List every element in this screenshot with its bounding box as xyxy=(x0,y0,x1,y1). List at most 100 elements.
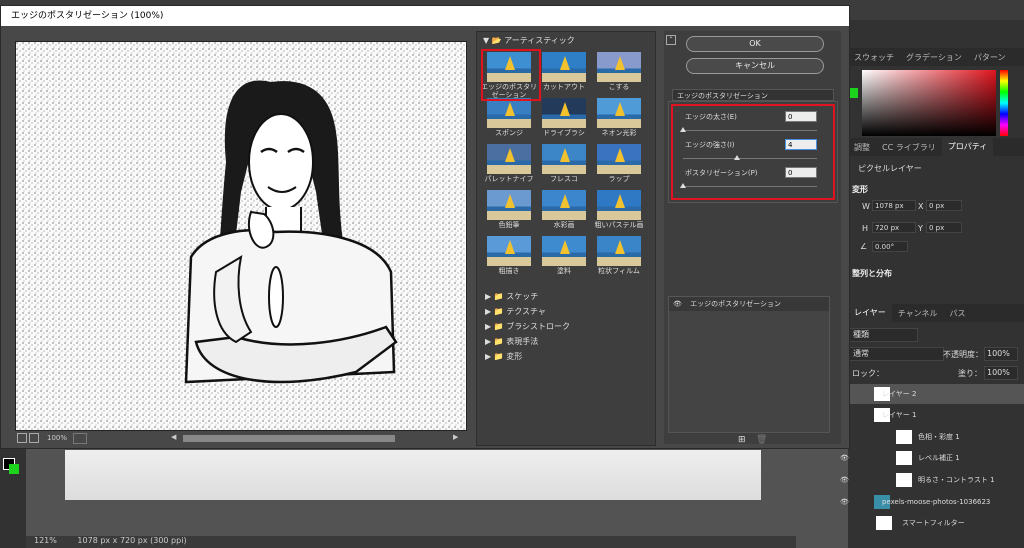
layer-row[interactable]: 👁 pexels-moose-photos-1036623 xyxy=(840,492,1024,512)
filter-thumbnail[interactable] xyxy=(542,190,586,220)
right-panel: スウォッチ グラデーション パターン 調整 CC ライブラリ プロパティ ピクセ… xyxy=(840,20,1024,548)
opacity-label: 不透明度： xyxy=(943,350,983,359)
layer-row[interactable]: 👁 レベル補正 1 xyxy=(840,448,1024,468)
background-color-icon[interactable] xyxy=(9,464,19,474)
edge-thickness-input[interactable]: 0 xyxy=(785,111,817,122)
ok-button[interactable]: OK xyxy=(686,36,824,52)
filter-thumbnail[interactable] xyxy=(542,98,586,128)
sailboat-graphic xyxy=(505,194,515,208)
sailboat-graphic xyxy=(505,102,515,116)
filter-thumbnail[interactable] xyxy=(542,144,586,174)
sailboat-graphic xyxy=(615,56,625,70)
tab-paths[interactable]: パス xyxy=(944,308,972,319)
category-distort[interactable]: ▶ 📁 変形 xyxy=(485,351,522,362)
height-field[interactable]: 720 px xyxy=(872,222,916,233)
posterized-portrait-sketch xyxy=(16,42,466,430)
filter-thumbnail-label: ラップ xyxy=(608,175,630,183)
delete-effect-layer-icon[interactable]: 🗑 xyxy=(756,435,767,445)
sailboat-graphic xyxy=(615,148,625,162)
zoom-in-button[interactable] xyxy=(29,433,39,443)
posterization-knob[interactable] xyxy=(680,183,686,188)
edge-intensity-knob[interactable] xyxy=(733,155,740,160)
zoom-out-button[interactable] xyxy=(17,433,27,443)
filter-thumbnail[interactable] xyxy=(597,190,641,220)
category-artistic-label: アーティスティック xyxy=(504,36,575,45)
tab-patterns[interactable]: パターン xyxy=(968,52,1012,63)
tab-channels[interactable]: チャンネル xyxy=(892,308,944,319)
y-label: Y xyxy=(918,224,923,233)
width-field[interactable]: 1078 px xyxy=(872,200,916,211)
filter-select[interactable]: エッジのポスタリゼーション xyxy=(672,89,834,101)
filter-thumbnail[interactable] xyxy=(597,236,641,266)
effect-layer-row[interactable]: 👁 エッジのポスタリゼーション xyxy=(669,297,829,311)
collapse-gallery-icon[interactable]: ⌃ xyxy=(666,35,676,45)
category-brush-strokes[interactable]: ▶ 📁 ブラシストローク xyxy=(485,321,570,332)
filter-thumbnail-label: 粗いパステル画 xyxy=(594,221,644,229)
filter-thumbnail[interactable] xyxy=(542,52,586,82)
scroll-right-arrow-icon[interactable]: ▶ xyxy=(453,433,458,441)
hue-slider[interactable] xyxy=(1000,70,1008,136)
lock-label: ロック： xyxy=(852,369,884,378)
kind-filter[interactable]: 種類 xyxy=(848,328,918,342)
filter-thumbnail[interactable] xyxy=(597,52,641,82)
x-field[interactable]: 0 px xyxy=(926,200,962,211)
layer-row[interactable]: 色相・彩度 1 xyxy=(848,427,1024,447)
effect-layers-list: 👁 エッジのポスタリゼーション xyxy=(668,296,830,433)
blend-mode-select[interactable]: 通常 xyxy=(848,347,944,361)
color-picker-field[interactable] xyxy=(862,70,996,136)
filter-thumbnail[interactable] xyxy=(542,236,586,266)
category-texture[interactable]: ▶ 📁 テクスチャ xyxy=(485,306,546,317)
edge-intensity-slider[interactable] xyxy=(683,158,817,159)
pixel-layer-label: ピクセルレイヤー xyxy=(858,164,922,173)
filter-thumbnail[interactable] xyxy=(597,98,641,128)
category-stylize[interactable]: ▶ 📁 表現手法 xyxy=(485,336,538,347)
swatches-tabs: スウォッチ グラデーション パターン xyxy=(848,48,1024,66)
posterization-slider[interactable] xyxy=(683,186,817,187)
layer-row[interactable]: レイヤー 2 xyxy=(848,384,1024,404)
visibility-eye-icon[interactable]: 👁 xyxy=(840,470,849,490)
document-canvas[interactable] xyxy=(65,450,761,500)
layer-row[interactable]: レイヤー 1 xyxy=(848,405,1024,425)
filter-thumbnail[interactable] xyxy=(487,144,531,174)
category-artistic-header[interactable]: ▼ 📂 アーティスティック xyxy=(483,35,575,46)
horizontal-scrollbar[interactable] xyxy=(183,435,395,442)
filter-thumbnail-label: フレスコ xyxy=(550,175,578,183)
x-label: X xyxy=(918,202,924,211)
preview-image[interactable] xyxy=(15,41,467,431)
tab-adjustments[interactable]: 調整 xyxy=(848,142,876,153)
edge-thickness-knob[interactable] xyxy=(680,127,686,132)
posterization-input[interactable]: 0 xyxy=(785,167,817,178)
edge-thickness-slider[interactable] xyxy=(683,130,817,131)
new-effect-layer-icon[interactable]: ⊞ xyxy=(738,435,746,445)
layer-row[interactable]: 👁 明るさ・コントラスト 1 xyxy=(840,470,1024,490)
filter-thumbnail[interactable] xyxy=(487,236,531,266)
category-label: テクスチャ xyxy=(506,307,546,316)
cancel-button[interactable]: キャンセル xyxy=(686,58,824,74)
filter-thumbnail[interactable] xyxy=(487,98,531,128)
tab-gradients[interactable]: グラデーション xyxy=(900,52,968,63)
sailboat-graphic xyxy=(615,194,625,208)
fill-field[interactable]: 100% xyxy=(984,366,1018,380)
filter-thumbnail-label: カットアウト xyxy=(543,83,585,91)
sailboat-graphic xyxy=(560,194,570,208)
scroll-left-arrow-icon[interactable]: ◀ xyxy=(171,433,176,441)
category-sketch[interactable]: ▶ 📁 スケッチ xyxy=(485,291,538,302)
filter-thumbnail[interactable] xyxy=(597,144,641,174)
zoom-dropdown[interactable] xyxy=(73,433,87,444)
angle-field[interactable]: 0.00° xyxy=(872,241,908,252)
y-field[interactable]: 0 px xyxy=(926,222,962,233)
tab-properties[interactable]: プロパティ xyxy=(941,138,994,156)
layer-row[interactable]: スマートフィルター xyxy=(848,513,1024,533)
edge-intensity-input[interactable]: 4 xyxy=(785,139,817,150)
h-label: H xyxy=(862,224,869,233)
effect-visibility-eye-icon[interactable]: 👁 xyxy=(673,300,682,308)
tab-cc-libraries[interactable]: CC ライブラリ xyxy=(876,142,942,153)
tab-layers[interactable]: レイヤー xyxy=(848,304,892,322)
zoom-level[interactable]: 100% xyxy=(47,434,67,442)
visibility-eye-icon[interactable]: 👁 xyxy=(840,448,849,468)
opacity-field[interactable]: 100% xyxy=(984,347,1018,361)
filter-thumbnail[interactable] xyxy=(487,190,531,220)
tab-swatches[interactable]: スウォッチ xyxy=(848,52,900,63)
visibility-eye-icon[interactable]: 👁 xyxy=(840,492,849,512)
dialog-title: エッジのポスタリゼーション (100%) xyxy=(11,11,164,21)
